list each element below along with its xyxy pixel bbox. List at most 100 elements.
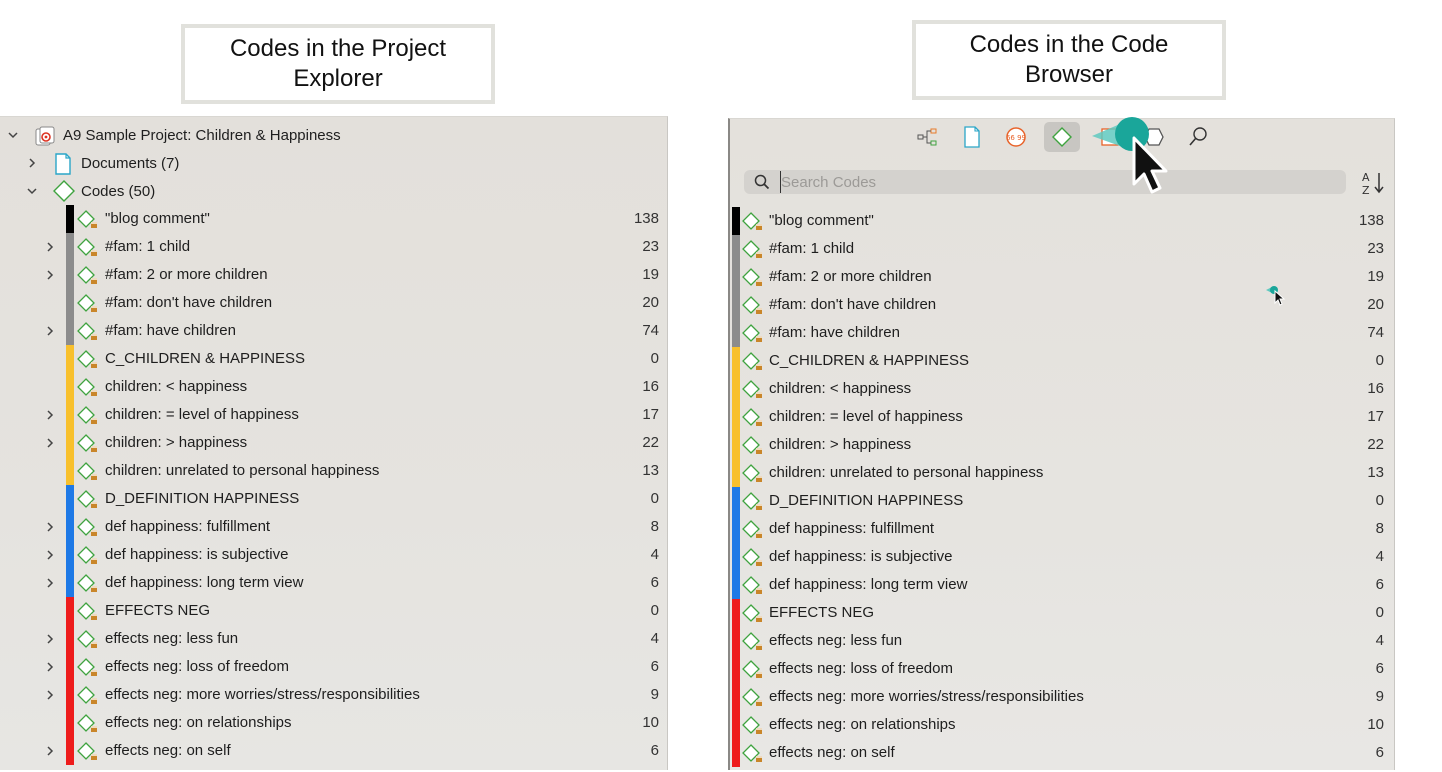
chevron-right-icon[interactable] (44, 269, 56, 281)
code-row[interactable]: children: > happiness 22 (0, 429, 667, 457)
code-label: effects neg: on self (769, 744, 895, 761)
code-row[interactable]: children: > happiness 22 (730, 431, 1394, 459)
code-row[interactable]: def happiness: is subjective 4 (730, 543, 1394, 571)
code-row[interactable]: def happiness: fulfillment 8 (730, 515, 1394, 543)
code-color-bar (66, 205, 74, 233)
search-codes-input[interactable] (780, 171, 1330, 193)
caption-project-explorer: Codes in the Project Explorer (181, 24, 495, 104)
code-label: effects neg: more worries/stress/respons… (105, 686, 420, 703)
code-icon (742, 380, 764, 400)
code-label: def happiness: long term view (769, 576, 968, 593)
code-icon (77, 602, 99, 622)
code-row[interactable]: def happiness: is subjective 4 (0, 541, 667, 569)
code-label: children: unrelated to personal happines… (769, 464, 1044, 481)
chevron-right-icon[interactable] (44, 409, 56, 421)
code-count: 0 (1375, 604, 1384, 621)
code-row[interactable]: effects neg: loss of freedom 6 (730, 655, 1394, 683)
code-color-bar (66, 317, 74, 345)
code-row[interactable]: children: = level of happiness 17 (730, 403, 1394, 431)
code-row[interactable]: children: = level of happiness 17 (0, 401, 667, 429)
code-count: 22 (1367, 436, 1384, 453)
code-color-bar (66, 597, 74, 625)
sort-az-button[interactable]: A Z (1360, 169, 1388, 197)
code-row[interactable]: "blog comment" 138 (730, 207, 1394, 235)
code-row[interactable]: #fam: don't have children 20 (0, 289, 667, 317)
code-row[interactable]: children: < happiness 16 (730, 375, 1394, 403)
code-label: C_CHILDREN & HAPPINESS (105, 350, 306, 367)
code-row[interactable]: effects neg: less fun 4 (0, 625, 667, 653)
chevron-right-icon[interactable] (26, 157, 38, 169)
code-icon (742, 688, 764, 708)
chevron-right-icon[interactable] (44, 437, 56, 449)
code-count: 0 (650, 350, 659, 367)
code-row[interactable]: effects neg: loss of freedom 6 (0, 653, 667, 681)
code-row[interactable]: #fam: don't have children 20 (730, 291, 1394, 319)
codes-tool-button[interactable] (1044, 122, 1080, 152)
code-row[interactable]: effects neg: more worries/stress/respons… (730, 683, 1394, 711)
code-row[interactable]: effects neg: on self 6 (730, 739, 1394, 767)
quotations-tool-button[interactable]: 66 99 (998, 122, 1034, 152)
code-label: #fam: 2 or more children (769, 268, 932, 285)
code-color-bar (732, 403, 740, 431)
chevron-right-icon[interactable] (44, 661, 56, 673)
chevron-right-icon[interactable] (44, 689, 56, 701)
code-count: 16 (1367, 380, 1384, 397)
code-count: 6 (1375, 660, 1384, 677)
code-row[interactable]: effects neg: on self 6 (0, 737, 667, 765)
search-icon (1189, 127, 1207, 146)
code-icon (77, 574, 99, 594)
code-row[interactable]: #fam: 1 child 23 (0, 233, 667, 261)
chevron-down-icon[interactable] (7, 129, 19, 141)
code-color-bar (66, 289, 74, 317)
project-explorer-panel: A9 Sample Project: Children & Happiness … (0, 116, 668, 770)
chevron-right-icon[interactable] (44, 325, 56, 337)
code-row[interactable]: "blog comment" 138 (0, 205, 667, 233)
code-row[interactable]: effects neg: more worries/stress/respons… (0, 681, 667, 709)
code-color-bar (732, 235, 740, 263)
code-row[interactable]: children: unrelated to personal happines… (0, 457, 667, 485)
chevron-right-icon[interactable] (44, 521, 56, 533)
code-icon (77, 378, 99, 398)
documents-tool-button[interactable] (954, 122, 990, 152)
code-count: 6 (1375, 744, 1384, 761)
code-row[interactable]: EFFECTS NEG 0 (0, 597, 667, 625)
code-row[interactable]: #fam: 2 or more children 19 (0, 261, 667, 289)
code-row[interactable]: C_CHILDREN & HAPPINESS 0 (730, 347, 1394, 375)
code-row[interactable]: #fam: 1 child 23 (730, 235, 1394, 263)
code-row[interactable]: C_CHILDREN & HAPPINESS 0 (0, 345, 667, 373)
chevron-down-icon[interactable] (26, 185, 38, 197)
code-row[interactable]: effects neg: on relationships 10 (0, 709, 667, 737)
search-tool-button[interactable] (1180, 122, 1216, 152)
code-count: 8 (650, 518, 659, 535)
code-row[interactable]: effects neg: less fun 4 (730, 627, 1394, 655)
code-row[interactable]: children: unrelated to personal happines… (730, 459, 1394, 487)
code-icon (77, 434, 99, 454)
code-row[interactable]: def happiness: fulfillment 8 (0, 513, 667, 541)
document-icon (964, 126, 980, 148)
code-row[interactable]: EFFECTS NEG 0 (730, 599, 1394, 627)
chevron-right-icon[interactable] (44, 549, 56, 561)
network-tool-button[interactable] (910, 122, 946, 152)
code-row[interactable]: effects neg: on relationships 10 (730, 711, 1394, 739)
code-label: #fam: don't have children (769, 296, 937, 313)
chevron-right-icon[interactable] (44, 241, 56, 253)
code-row[interactable]: D_DEFINITION HAPPINESS 0 (0, 485, 667, 513)
chevron-right-icon[interactable] (44, 577, 56, 589)
code-count: 0 (1375, 352, 1384, 369)
code-row[interactable]: #fam: have children 74 (730, 319, 1394, 347)
code-row[interactable]: D_DEFINITION HAPPINESS 0 (730, 487, 1394, 515)
code-row[interactable]: def happiness: long term view 6 (0, 569, 667, 597)
code-row[interactable]: #fam: 2 or more children 19 (730, 263, 1394, 291)
code-label: effects neg: on relationships (769, 716, 956, 733)
code-label: #fam: 2 or more children (105, 266, 268, 283)
code-row[interactable]: #fam: have children 74 (0, 317, 667, 345)
code-color-bar (66, 569, 74, 597)
code-color-bar (732, 207, 740, 235)
code-row[interactable]: def happiness: long term view 6 (730, 571, 1394, 599)
code-row[interactable]: children: < happiness 16 (0, 373, 667, 401)
code-color-bar (66, 513, 74, 541)
code-count: 23 (642, 238, 659, 255)
chevron-right-icon[interactable] (44, 633, 56, 645)
chevron-right-icon[interactable] (44, 745, 56, 757)
caption-right-text: Codes in the Code Browser (969, 31, 1169, 88)
